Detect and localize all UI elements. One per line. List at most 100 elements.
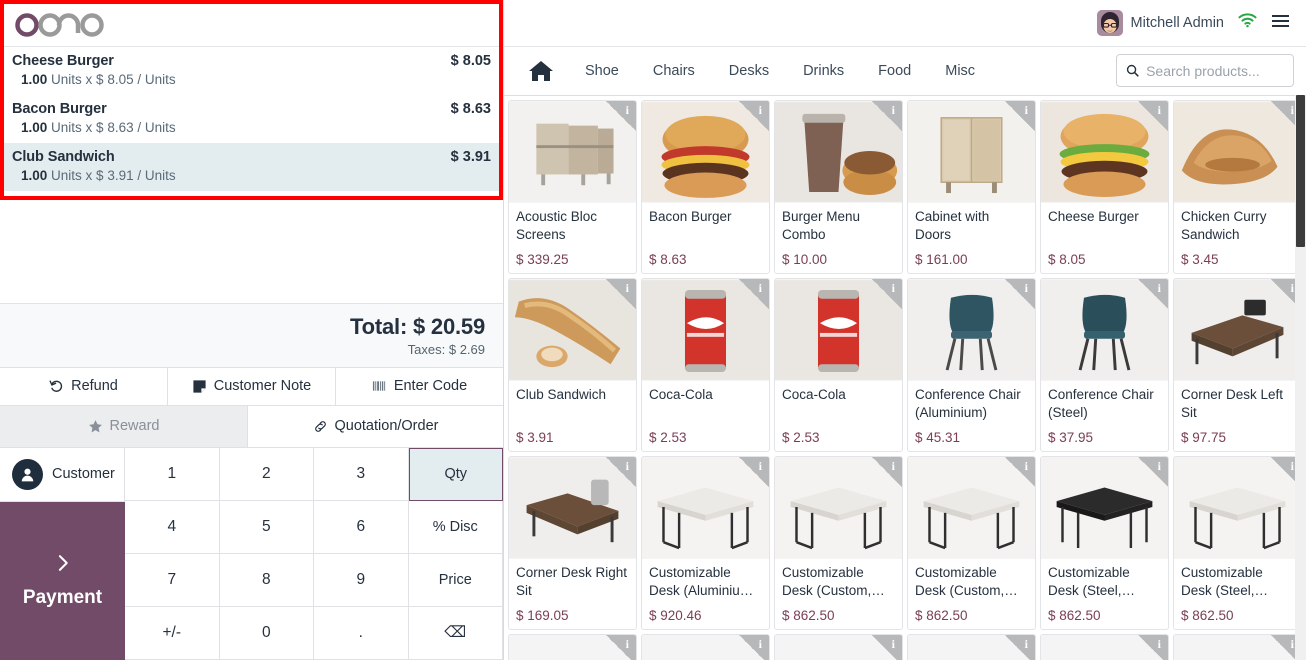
product-card[interactable]: i Coca-Cola $ 2.53 — [774, 278, 903, 452]
product-card[interactable]: i Conference Chair (Aluminium) $ 45.31 — [907, 278, 1036, 452]
product-card[interactable]: i Burger Menu Combo $ 10.00 — [774, 100, 903, 274]
category-drinks[interactable]: Drinks — [786, 47, 861, 95]
numpad-key-3[interactable]: 3 — [314, 447, 409, 501]
product-card[interactable]: i — [1040, 634, 1169, 660]
product-info-icon[interactable]: i — [1138, 635, 1168, 660]
reward-label: Reward — [109, 418, 160, 434]
product-name: Customizable Desk (Custom,… — [782, 565, 885, 598]
product-grid-scrollbar[interactable] — [1295, 95, 1306, 660]
numpad-key-5[interactable]: 5 — [219, 500, 314, 554]
product-card[interactable]: i — [508, 634, 637, 660]
numpad-key-2[interactable]: 2 — [219, 447, 314, 501]
product-name: Conference Chair (Aluminium) — [915, 387, 1021, 420]
search-box[interactable] — [1116, 54, 1294, 87]
numpad-key-4[interactable]: 4 — [125, 500, 220, 554]
product-card[interactable]: i Customizable Desk (Steel,… $ 862.50 — [1040, 456, 1169, 630]
product-info-icon[interactable]: i — [872, 635, 902, 660]
customer-note-button[interactable]: Customer Note — [168, 367, 336, 405]
product-info-icon[interactable]: i — [872, 279, 902, 309]
product-card[interactable]: i Corner Desk Right Sit $ 169.05 — [508, 456, 637, 630]
product-card[interactable]: i Customizable Desk (Aluminiu… $ 920.46 — [641, 456, 770, 630]
enter-code-button[interactable]: Enter Code — [336, 367, 503, 405]
customer-button[interactable]: Customer — [0, 447, 125, 502]
product-card[interactable]: i Customizable Desk (Custom,… $ 862.50 — [774, 456, 903, 630]
product-card[interactable]: i Chicken Curry Sandwich $ 3.45 — [1173, 100, 1302, 274]
numpad-key-0[interactable]: 0 — [219, 606, 314, 660]
product-card[interactable]: i Acoustic Bloc Screens $ 339.25 — [508, 100, 637, 274]
odoo-logo[interactable] — [14, 8, 110, 38]
product-info-icon[interactable]: i — [1005, 635, 1035, 660]
product-info-icon[interactable]: i — [1005, 101, 1035, 131]
product-card[interactable]: i Coca-Cola $ 2.53 — [641, 278, 770, 452]
product-info-icon[interactable]: i — [739, 279, 769, 309]
product-card-body: Customizable Desk (Custom,… $ 862.50 — [775, 559, 902, 629]
quotation-order-label: Quotation/Order — [334, 418, 439, 434]
reward-button[interactable]: Reward — [0, 405, 248, 447]
numpad-key-decimal[interactable]: . — [314, 606, 409, 660]
category-chairs[interactable]: Chairs — [636, 47, 712, 95]
product-card[interactable]: i — [1173, 634, 1302, 660]
category-food[interactable]: Food — [861, 47, 928, 95]
product-name: Acoustic Bloc Screens — [516, 209, 598, 242]
product-info-icon[interactable]: i — [606, 279, 636, 309]
product-card[interactable]: i Cheese Burger $ 8.05 — [1040, 100, 1169, 274]
orderline-selected[interactable]: Club Sandwich $ 3.91 1.00 Units x $ 3.91… — [0, 143, 503, 191]
product-info-icon[interactable]: i — [606, 457, 636, 487]
product-card[interactable]: i Bacon Burger $ 8.63 — [641, 100, 770, 274]
product-info-icon[interactable]: i — [739, 635, 769, 660]
hamburger-menu-icon[interactable] — [1271, 13, 1290, 34]
product-card[interactable]: i — [907, 634, 1036, 660]
scrollbar-thumb[interactable] — [1296, 95, 1305, 247]
numpad-grid: 1 2 3 Qty 4 5 6 % Disc 7 8 9 Price +/- 0… — [125, 447, 503, 660]
product-name: Coca-Cola — [782, 387, 846, 402]
category-shoe[interactable]: Shoe — [568, 47, 636, 95]
wifi-icon[interactable] — [1238, 13, 1257, 33]
product-info-icon[interactable]: i — [739, 101, 769, 131]
category-misc[interactable]: Misc — [928, 47, 992, 95]
home-icon[interactable] — [514, 59, 568, 83]
numpad-mode-discount[interactable]: % Disc — [408, 500, 503, 554]
product-info-icon[interactable]: i — [606, 635, 636, 660]
product-info-icon[interactable]: i — [1138, 457, 1168, 487]
orderline[interactable]: Cheese Burger $ 8.05 1.00 Units x $ 8.05… — [0, 47, 503, 95]
product-card[interactable]: i Customizable Desk (Custom,… $ 862.50 — [907, 456, 1036, 630]
product-card[interactable]: i — [774, 634, 903, 660]
category-desks[interactable]: Desks — [712, 47, 786, 95]
product-card[interactable]: i Corner Desk Left Sit $ 97.75 — [1173, 278, 1302, 452]
numpad-mode-price[interactable]: Price — [408, 553, 503, 607]
numpad-key-8[interactable]: 8 — [219, 553, 314, 607]
orderline[interactable]: Bacon Burger $ 8.63 1.00 Units x $ 8.63 … — [0, 95, 503, 143]
numpad-mode-qty[interactable]: Qty — [408, 447, 503, 501]
numpad-key-1[interactable]: 1 — [125, 447, 220, 501]
product-name: Conference Chair (Steel) — [1048, 387, 1154, 420]
product-grid: i Acoustic Bloc Screens $ 339.25 i Bacon Bur… — [508, 100, 1302, 660]
product-card[interactable]: i Club Sandwich $ 3.91 — [508, 278, 637, 452]
order-panel: Cheese Burger $ 8.05 1.00 Units x $ 8.05… — [0, 0, 504, 660]
product-info-icon[interactable]: i — [1005, 457, 1035, 487]
product-image: i — [1041, 635, 1168, 660]
product-card[interactable]: i Cabinet with Doors $ 161.00 — [907, 100, 1036, 274]
product-info-icon[interactable]: i — [1138, 279, 1168, 309]
product-price: $ 862.50 — [782, 608, 835, 623]
numpad-key-6[interactable]: 6 — [314, 500, 409, 554]
numpad-key-7[interactable]: 7 — [125, 553, 220, 607]
product-image: i — [775, 457, 902, 559]
product-info-icon[interactable]: i — [606, 101, 636, 131]
product-info-icon[interactable]: i — [872, 457, 902, 487]
orderlines-list: Cheese Burger $ 8.05 1.00 Units x $ 8.05… — [0, 47, 503, 200]
product-info-icon[interactable]: i — [872, 101, 902, 131]
product-card[interactable]: i — [641, 634, 770, 660]
user-menu[interactable]: Mitchell Admin — [1096, 10, 1224, 36]
product-info-icon[interactable]: i — [739, 457, 769, 487]
numpad-key-backspace[interactable]: ⌫ — [408, 606, 503, 660]
product-info-icon[interactable]: i — [1138, 101, 1168, 131]
quotation-order-button[interactable]: Quotation/Order — [248, 405, 503, 447]
product-info-icon[interactable]: i — [1005, 279, 1035, 309]
search-input[interactable] — [1146, 62, 1284, 79]
product-card[interactable]: i Conference Chair (Steel) $ 37.95 — [1040, 278, 1169, 452]
numpad-key-plusminus[interactable]: +/- — [125, 606, 220, 660]
product-card[interactable]: i Customizable Desk (Steel,… $ 862.50 — [1173, 456, 1302, 630]
refund-button[interactable]: Refund — [0, 367, 168, 405]
numpad-key-9[interactable]: 9 — [314, 553, 409, 607]
payment-button[interactable]: Payment — [0, 501, 125, 660]
